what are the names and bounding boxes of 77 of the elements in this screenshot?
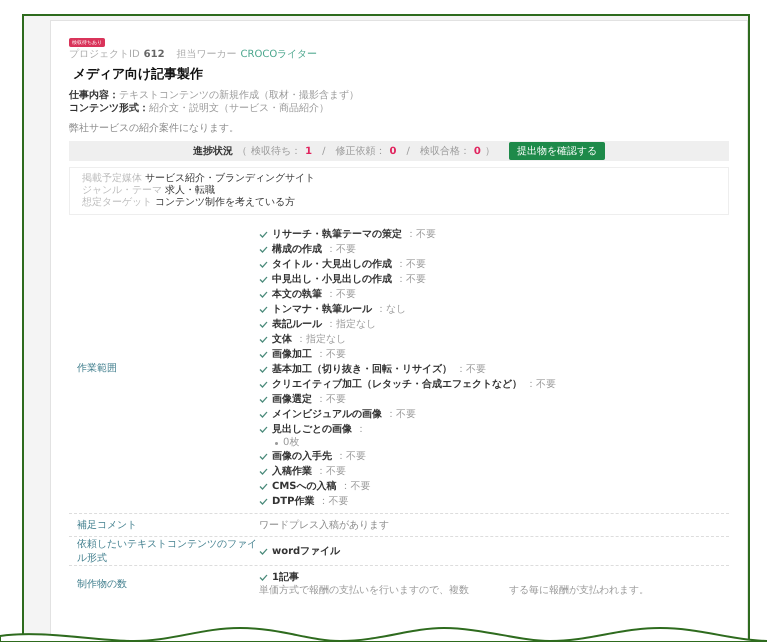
summary-value: テキストコンテンツの新規作成（取材・撮影含まず）: [119, 90, 359, 101]
scope-value: ：不要: [406, 228, 436, 242]
scope-item: 基本加工（切り抜き・回転・リサイズ）: [272, 362, 452, 377]
row-label: 作業範囲: [76, 362, 118, 375]
scope-value: ：不要: [326, 288, 356, 302]
scope-value: ：指定なし: [326, 318, 376, 332]
progress-count: 0: [390, 146, 396, 156]
scope-item: 画像加工: [272, 348, 312, 362]
description-text: 弊社サービスの紹介案件になります。: [69, 122, 240, 135]
info-value: 求人・転職: [165, 185, 215, 196]
scope-item: 画像の入手先: [272, 450, 332, 464]
comment-text: ワードプレス入稿があります: [259, 518, 390, 532]
progress-item-label: 検収待ち：: [251, 144, 302, 158]
progress-count: 0: [474, 146, 481, 156]
progress-label: 進捗状況: [193, 144, 234, 158]
bullet-icon: [275, 442, 278, 444]
progress-count: 1: [305, 146, 312, 156]
scope-value: ：不要: [316, 348, 346, 362]
summary-label: コンテンツ形式：: [69, 103, 149, 114]
note-text: する毎に報酬が支払われます。: [509, 585, 649, 597]
sub-item: 0枚: [283, 437, 300, 449]
progress-item-label: 修正依頼：: [336, 144, 386, 158]
scope-item: クリエイティブ加工（レタッチ・合成エフェクトなど）: [272, 378, 522, 392]
scope-value: ：不要: [336, 450, 366, 464]
scope-item: wordファイル: [272, 544, 340, 558]
scope-item: 画像選定: [272, 392, 312, 407]
check-submissions-button[interactable]: 提出物を確認する: [508, 142, 605, 160]
scope-item: 本文の執筆: [272, 288, 322, 302]
scope-value: ：不要: [318, 495, 348, 509]
scope-value: ：指定なし: [296, 332, 346, 347]
bracket: （: [237, 145, 248, 158]
summary-label: 仕事内容：: [69, 90, 119, 101]
check-icon: [259, 574, 268, 581]
project-id-label: プロジェクトID: [69, 49, 140, 61]
row-label: 制作物の数: [76, 578, 128, 590]
scope-item: リサーチ・執筆テーマの策定: [272, 227, 402, 242]
scope-item: 入稿作業: [272, 464, 312, 479]
scope-value: ：なし: [376, 303, 406, 317]
scope-value: ：不要: [396, 258, 426, 272]
page-title: メディア向け記事製作: [73, 66, 204, 83]
scope-item: CMSへの入稿: [272, 480, 336, 494]
row-label: 依頼したいテキストコンテンツのファイル形式: [76, 538, 258, 565]
info-value: コンテンツ制作を考えている方: [155, 197, 295, 208]
worker-label: 担当ワーカー: [176, 49, 237, 61]
info-label: ジャンル・テーマ: [82, 185, 162, 196]
row-label: 補足コメント: [76, 518, 138, 532]
scope-item: 中見出し・小見出しの作成: [272, 272, 392, 287]
scope-item: 文体: [272, 332, 292, 347]
separator: /: [322, 146, 326, 156]
project-id: 612: [144, 49, 165, 61]
scope-value: ：不要: [340, 480, 370, 494]
scope-value: ：不要: [526, 378, 556, 392]
scope-item: トンマナ・執筆ルール: [272, 302, 372, 317]
scope-item: 見出しごとの画像: [272, 422, 352, 436]
scope-value: ：不要: [316, 465, 346, 479]
scope-value: ：不要: [326, 243, 356, 257]
scope-item: 1記事: [272, 570, 299, 584]
info-label: 掲載予定媒体: [82, 173, 142, 184]
bracket: ）: [484, 145, 495, 158]
note-text: 単価方式で報酬の支払いを行いますので、複数: [259, 585, 469, 597]
check-icon: [259, 548, 268, 554]
scope-item: メインビジュアルの画像: [272, 408, 382, 422]
scope-value: ：不要: [316, 393, 346, 407]
scope-value: ：不要: [386, 408, 416, 422]
info-value: サービス紹介・ブランディングサイト: [145, 173, 315, 184]
progress-item-label: 検収合格：: [420, 144, 470, 158]
scope-item: タイトル・大見出しの作成: [272, 258, 392, 272]
info-label: 想定ターゲット: [82, 197, 152, 208]
scope-value: ：不要: [456, 363, 486, 377]
summary-value: 紹介文・説明文（サービス・商品紹介）: [149, 103, 329, 114]
scope-item: 構成の作成: [272, 242, 322, 257]
scope-item: 表記ルール: [272, 318, 322, 332]
scope-value: ：: [356, 423, 366, 437]
scope-item: DTP作業: [272, 494, 314, 509]
worker-name: CROCOライター: [240, 49, 318, 61]
scope-value: ：不要: [396, 273, 426, 287]
separator: /: [406, 146, 410, 156]
